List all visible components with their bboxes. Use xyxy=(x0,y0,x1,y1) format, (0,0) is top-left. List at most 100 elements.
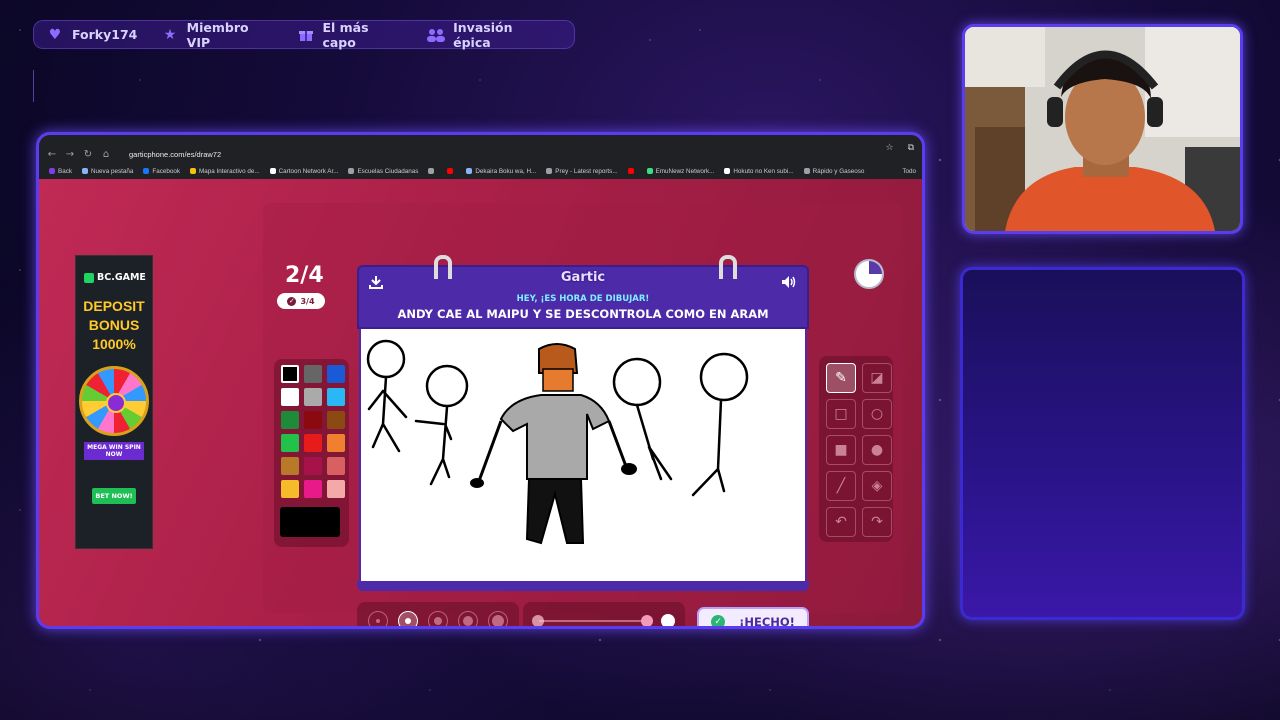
color-swatch[interactable] xyxy=(304,480,322,498)
bookmark-item[interactable]: Prey - Latest reports... xyxy=(546,167,618,175)
ad-banner[interactable]: BC.GAME DEPOSIT BONUS 1000% MEGA WIN SPI… xyxy=(75,255,153,549)
home-icon[interactable]: ⌂ xyxy=(101,149,111,160)
bookmark-item[interactable]: Back xyxy=(49,168,72,175)
back-icon[interactable]: ← xyxy=(47,149,57,160)
brush-size-button[interactable] xyxy=(428,611,448,626)
color-swatch[interactable] xyxy=(281,388,299,406)
brush-size-selector xyxy=(357,602,519,626)
opacity-high-icon xyxy=(661,614,675,626)
bookmark-star-icon[interactable]: ☆ xyxy=(885,143,893,153)
line-icon[interactable]: ╱ xyxy=(826,471,856,501)
bookmark-label: Cartoon Network Ar... xyxy=(278,167,339,175)
circle-fill-icon[interactable]: ● xyxy=(862,435,892,465)
color-swatch[interactable] xyxy=(281,457,299,475)
bookmark-item[interactable]: Nueva pestaña xyxy=(82,168,133,175)
browser-toolbar: ← → ↻ ⌂ garticphone.com/es/draw72 ☆ ⧉ xyxy=(39,143,922,165)
bookmark-item[interactable]: EmuNewz Network... xyxy=(646,168,714,175)
bookmark-favicon-icon xyxy=(803,168,810,174)
canvas-footer xyxy=(357,581,809,591)
bookmark-favicon-icon xyxy=(82,168,88,174)
color-swatch[interactable] xyxy=(304,434,322,452)
color-swatch[interactable] xyxy=(327,388,345,406)
spin-wheel-image xyxy=(79,366,149,436)
bookmark-item[interactable]: Hokuto no Ken subi... xyxy=(724,168,794,175)
circle-outline-icon[interactable]: ○ xyxy=(862,399,892,429)
color-swatch[interactable] xyxy=(281,434,299,452)
brush-size-button[interactable] xyxy=(398,611,418,626)
bookmark-item[interactable]: Facebook xyxy=(143,168,180,175)
bookmark-item[interactable] xyxy=(627,168,637,174)
stick-figure-body xyxy=(367,375,408,453)
color-swatch[interactable] xyxy=(327,365,345,383)
heart-icon: ♥ xyxy=(48,26,62,43)
bookmark-favicon-icon xyxy=(447,168,454,174)
ad-brand: BC.GAME xyxy=(84,272,152,283)
brush-size-button[interactable] xyxy=(458,611,478,626)
webcam-image xyxy=(965,27,1240,231)
bookmark-favicon-icon xyxy=(49,168,55,174)
divider-line xyxy=(33,70,34,102)
rect-fill-icon[interactable]: ■ xyxy=(826,435,856,465)
color-swatch[interactable] xyxy=(327,434,345,452)
bookmark-item[interactable]: Mapa Interactivo de... xyxy=(190,168,260,175)
opacity-slider[interactable] xyxy=(523,602,685,626)
done-button[interactable]: ✓ ¡HECHO! xyxy=(697,607,809,626)
bucket-icon[interactable]: ◈ xyxy=(862,471,892,501)
bookmark-label: Facebook xyxy=(152,167,181,175)
drawing-canvas[interactable] xyxy=(359,329,807,587)
alert-vip-label: Miembro VIP xyxy=(186,19,249,50)
alert-gift-label: El más capo xyxy=(322,19,369,50)
bookmark-favicon-icon xyxy=(466,168,473,174)
color-swatch[interactable] xyxy=(304,388,322,406)
bookmark-label: Prey - Latest reports... xyxy=(555,167,618,175)
reload-icon[interactable]: ↻ xyxy=(83,149,93,160)
brush-size-button[interactable] xyxy=(368,611,388,626)
ad-cta-button[interactable]: BET NOW! xyxy=(92,488,136,504)
color-swatch[interactable] xyxy=(304,457,322,475)
color-swatch[interactable] xyxy=(327,411,345,429)
bookmark-item[interactable]: Escuelas Ciudadanas xyxy=(348,168,418,175)
rect-outline-icon[interactable]: □ xyxy=(826,399,856,429)
extensions-icon[interactable]: ⧉ xyxy=(908,143,914,153)
bookmark-label: Mapa Interactivo de... xyxy=(199,167,260,175)
ad-headline-line1: DEPOSIT xyxy=(83,298,145,314)
stick-figure-head xyxy=(425,364,469,408)
color-swatch[interactable] xyxy=(304,411,322,429)
stick-figure-head xyxy=(699,352,749,402)
bookmark-item[interactable] xyxy=(447,168,456,174)
bookmark-item[interactable]: Cartoon Network Ar... xyxy=(269,167,339,175)
color-swatch[interactable] xyxy=(304,365,322,383)
andy-figure xyxy=(470,343,637,545)
opacity-low-icon xyxy=(532,615,544,626)
users-icon xyxy=(427,27,446,43)
opacity-handle[interactable] xyxy=(641,615,653,626)
bookmark-item[interactable]: Rápido y Gaseoso xyxy=(803,168,864,175)
stick-figure-body xyxy=(414,405,453,486)
volume-icon[interactable] xyxy=(781,275,797,293)
webcam-overlay xyxy=(962,24,1243,234)
undo-icon[interactable]: ↶ xyxy=(826,507,856,537)
bookmark-item[interactable]: Dekaira Boku wa, H... xyxy=(466,168,536,175)
color-swatch[interactable] xyxy=(281,365,299,383)
color-swatch[interactable] xyxy=(281,411,299,429)
bookmarks-bar: Back Nueva pestaña Facebook Mapa Interactiv… xyxy=(39,164,922,178)
color-swatch[interactable] xyxy=(327,480,345,498)
forward-icon[interactable]: → xyxy=(65,149,75,160)
eraser-icon[interactable]: ◪ xyxy=(862,363,892,393)
bookmark-favicon-icon xyxy=(724,168,731,174)
brush-size-dot xyxy=(434,617,442,625)
bookmark-label: Nueva pestaña xyxy=(91,167,134,175)
color-swatch[interactable] xyxy=(281,480,299,498)
pencil-icon[interactable]: ✎ xyxy=(826,363,856,393)
color-swatch[interactable] xyxy=(327,457,345,475)
stick-figure-body xyxy=(635,403,673,481)
all-bookmarks[interactable]: Todo xyxy=(902,168,916,175)
bookmark-item[interactable] xyxy=(428,168,437,174)
browser-toolbar-right: ☆ ⧉ xyxy=(885,143,914,153)
gartic-page: BC.GAME DEPOSIT BONUS 1000% MEGA WIN SPI… xyxy=(39,179,922,626)
stick-figure-head xyxy=(366,339,406,379)
brush-size-button[interactable] xyxy=(488,611,508,626)
redo-icon[interactable]: ↷ xyxy=(862,507,892,537)
bookmark-label: Back xyxy=(58,167,72,175)
address-bar[interactable]: garticphone.com/es/draw72 xyxy=(129,150,221,159)
